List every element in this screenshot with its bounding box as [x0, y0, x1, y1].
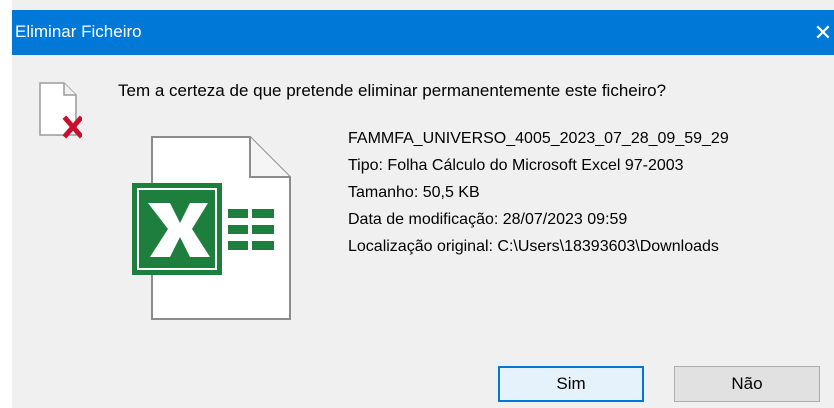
file-name: FAMMFA_UNIVERSO_4005_2023_07_28_09_59_29 — [348, 130, 729, 147]
file-details: FAMMFA_UNIVERSO_4005_2023_07_28_09_59_29… — [348, 125, 729, 260]
excel-file-icon — [132, 133, 312, 328]
file-size: Tamanho: 50,5 KB — [348, 184, 480, 201]
file-original-location: Localização original: C:\Users\18393603\… — [348, 238, 719, 255]
file-delete-icon — [38, 81, 84, 146]
title-bar[interactable]: Eliminar Ficheiro ✕ — [12, 10, 834, 55]
yes-button[interactable]: Sim — [498, 366, 644, 402]
dialog-body: Tem a certeza de que pretende eliminar p… — [12, 55, 834, 408]
confirmation-question: Tem a certeza de que pretende eliminar p… — [118, 81, 667, 100]
close-button[interactable]: ✕ — [812, 10, 834, 55]
window-title: Eliminar Ficheiro — [15, 22, 142, 41]
file-type: Tipo: Folha Cálculo do Microsoft Excel 9… — [348, 157, 684, 174]
file-modified-date: Data de modificação: 28/07/2023 09:59 — [348, 211, 628, 228]
window-frame — [0, 0, 12, 408]
no-button[interactable]: Não — [674, 366, 820, 402]
close-icon: ✕ — [813, 19, 833, 45]
